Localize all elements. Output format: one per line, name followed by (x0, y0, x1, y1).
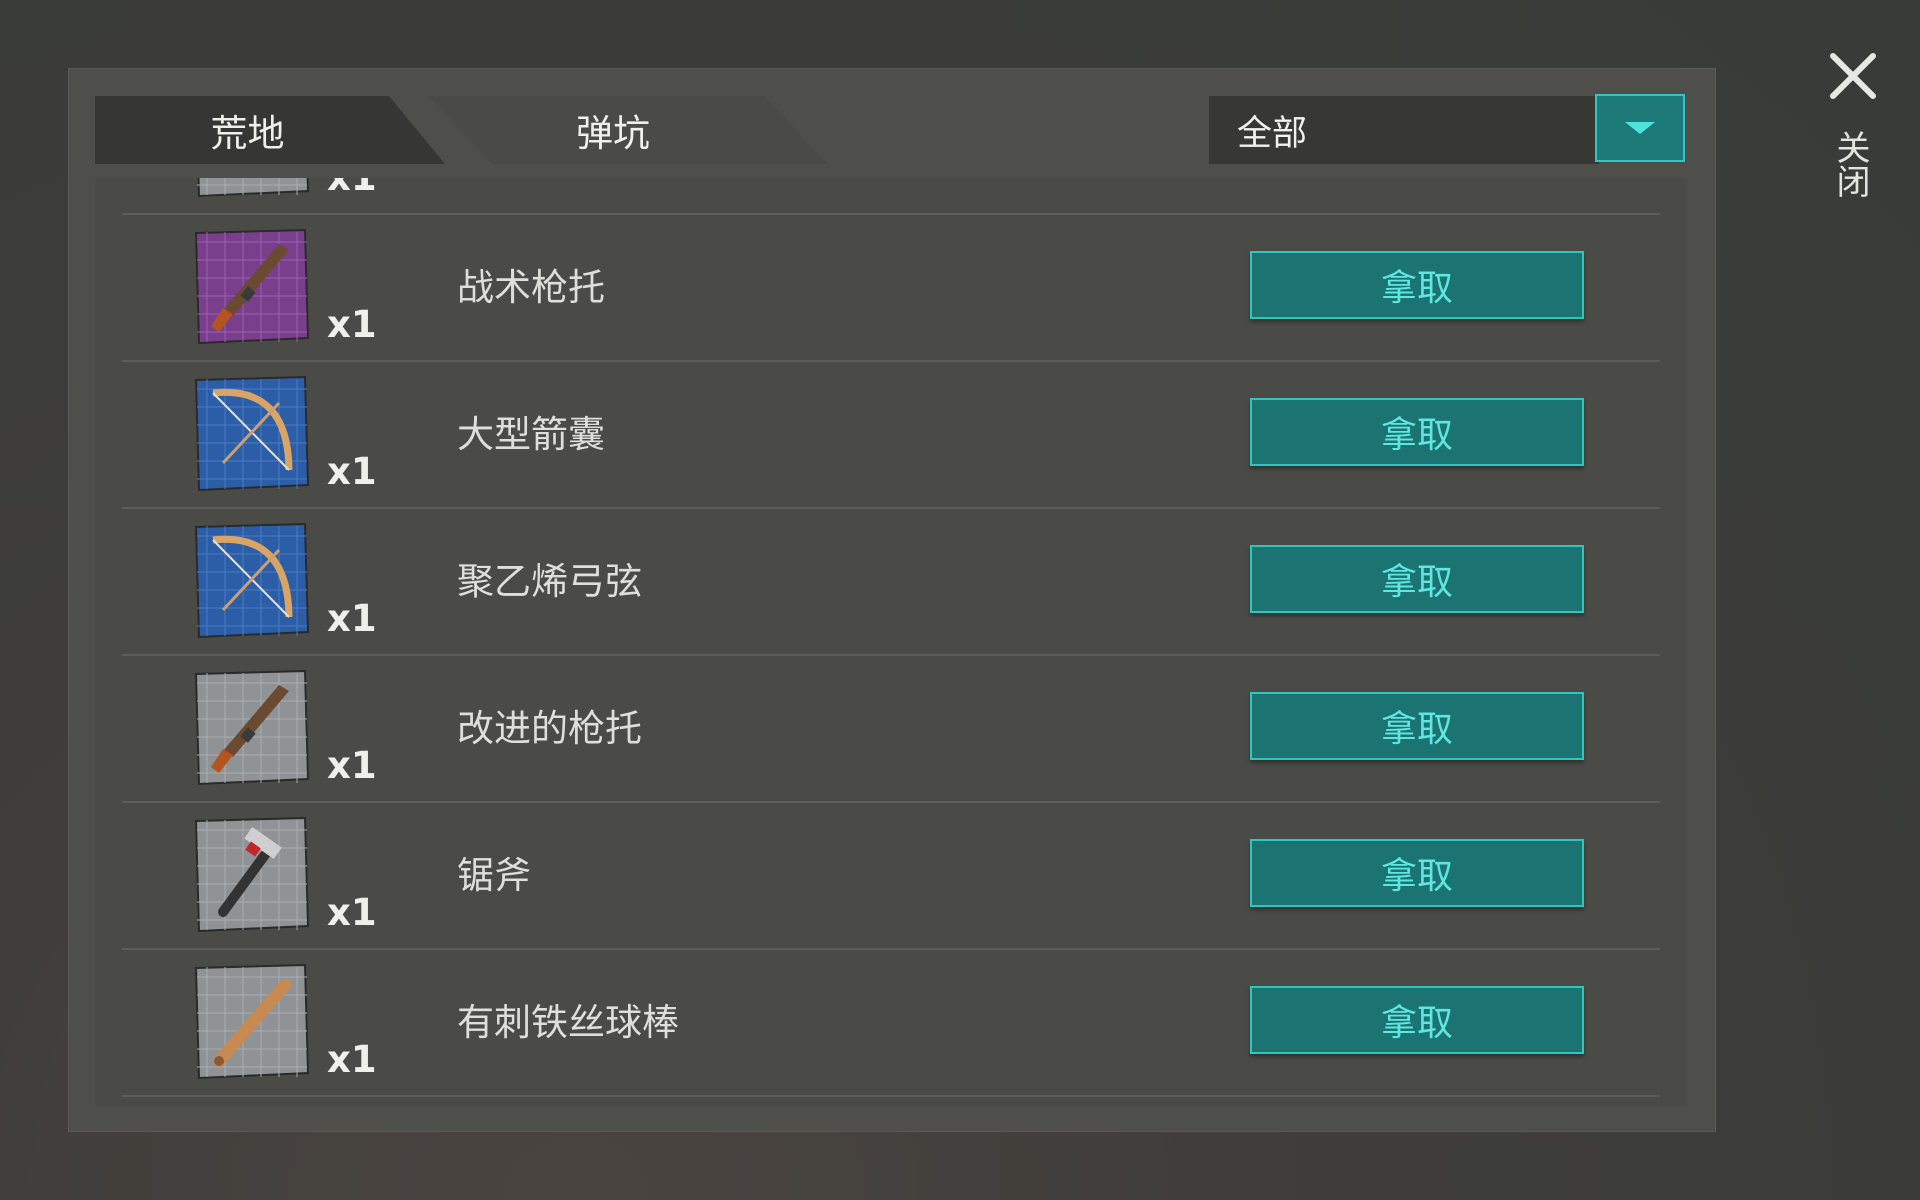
list-item: x1 (122, 178, 1660, 215)
close-icon[interactable] (1827, 50, 1879, 102)
blueprint-partial-icon (193, 178, 311, 199)
tab-wasteland[interactable]: 荒地 (95, 96, 445, 164)
item-quantity: x1 (327, 1038, 377, 1081)
take-button[interactable]: 拿取 (1250, 545, 1584, 613)
tab-label: 弹坑 (576, 112, 650, 155)
tab-crater[interactable]: 弹坑 (428, 96, 828, 164)
item-name: 有刺铁丝球棒 (457, 1001, 679, 1044)
item-list[interactable]: x1x1战术枪托拿取x1大型箭囊拿取x1聚乙烯弓弦拿取x1改进的枪托拿取x1锯斧… (95, 178, 1687, 1106)
item-quantity: x1 (327, 178, 377, 199)
item-quantity: x1 (327, 450, 377, 493)
list-item: x1 有刺铁丝球棒 拿取 (122, 950, 1660, 1097)
item-quantity: x1 (327, 891, 377, 934)
chevron-down-icon (1625, 122, 1655, 134)
list-item: x1 战术枪托 拿取 (122, 215, 1660, 362)
close-label[interactable]: 关闭 (1830, 130, 1875, 198)
list-item: x1 聚乙烯弓弦 拿取 (122, 509, 1660, 656)
shotgun-blueprint-icon (193, 669, 311, 787)
item-name: 锯斧 (457, 854, 531, 897)
item-name: 聚乙烯弓弦 (457, 560, 642, 603)
item-name: 战术枪托 (457, 266, 605, 309)
loot-panel: 荒地 弹坑 全部 x1x1战术枪托拿取x1大型箭囊拿取x1聚乙烯弓弦拿取x1改进… (68, 68, 1716, 1132)
filter-dropdown-button[interactable] (1595, 94, 1685, 162)
item-name: 改进的枪托 (457, 707, 642, 750)
take-button[interactable]: 拿取 (1250, 398, 1584, 466)
item-quantity: x1 (327, 744, 377, 787)
item-name: 大型箭囊 (457, 413, 605, 456)
list-item: x1 改进的枪托 拿取 (122, 656, 1660, 803)
tab-label: 荒地 (210, 112, 285, 155)
take-button[interactable]: 拿取 (1250, 692, 1584, 760)
bow-blueprint-icon (193, 375, 311, 493)
take-button[interactable]: 拿取 (1250, 839, 1584, 907)
bow-blueprint-icon (193, 522, 311, 640)
filter-value: 全部 (1237, 113, 1308, 154)
list-item: x1 大型箭囊 拿取 (122, 362, 1660, 509)
list-item: x1 锯斧 拿取 (122, 803, 1660, 950)
hammer-blueprint-icon (193, 816, 311, 934)
take-button[interactable]: 拿取 (1250, 251, 1584, 319)
bat-blueprint-icon (193, 963, 311, 1081)
shotgun-blueprint-icon (193, 228, 311, 346)
take-button[interactable]: 拿取 (1250, 986, 1584, 1054)
item-quantity: x1 (327, 303, 377, 346)
item-quantity: x1 (327, 597, 377, 640)
filter-select[interactable]: 全部 (1209, 96, 1599, 164)
